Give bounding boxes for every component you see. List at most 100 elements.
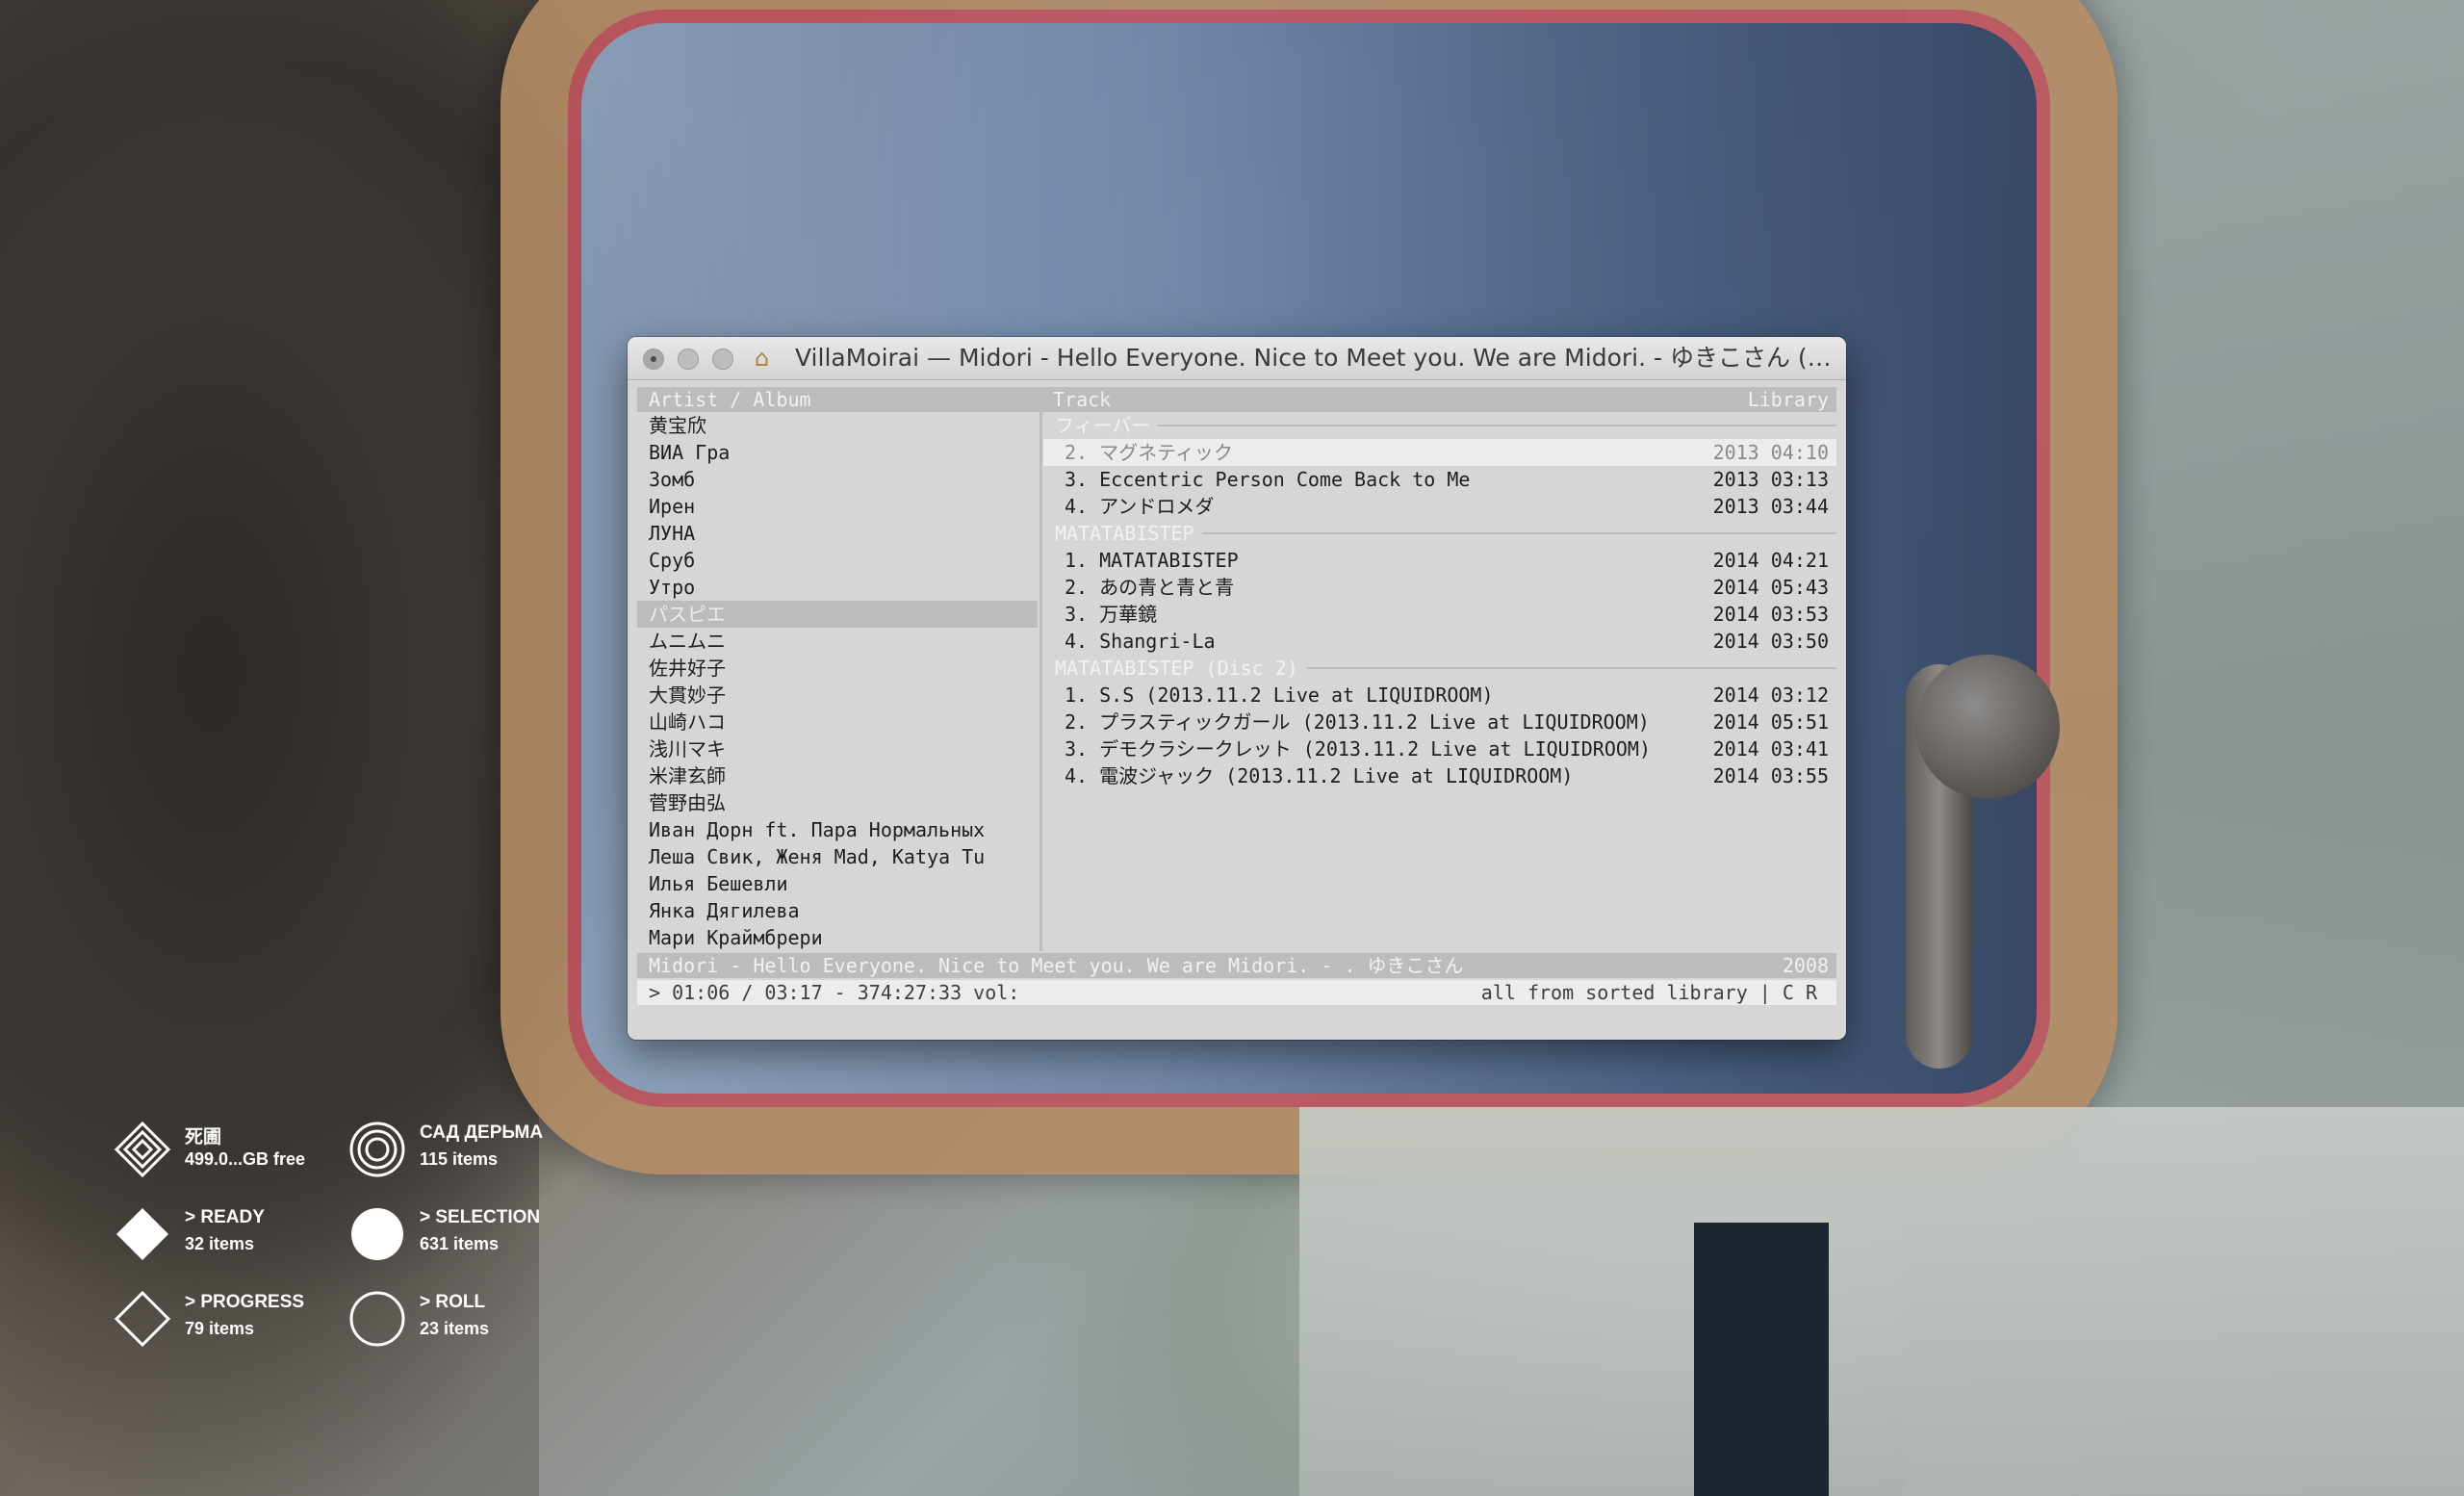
track-name: 4. 電波ジャック (2013.11.2 Live at LIQUIDROOM): [1065, 764, 1574, 787]
track-row[interactable]: 4. Shangri-La 2014 03:50: [1043, 628, 1836, 655]
artist-item[interactable]: ムニムニ: [637, 628, 1038, 655]
filled-circle-icon: [351, 1208, 403, 1260]
artist-item[interactable]: Илья Бешевли: [637, 870, 1038, 897]
track-year: 2014: [1712, 549, 1759, 572]
artist-item[interactable]: 浅川マキ: [637, 735, 1038, 762]
concentric-circle-icon: [349, 1122, 405, 1177]
column-header: Artist / Album Track Library: [637, 387, 1836, 412]
track-row[interactable]: 4. アンドロメダ 2013 03:44: [1043, 493, 1836, 520]
track-name: 4. Shangri-La: [1065, 630, 1216, 653]
track-row[interactable]: 2. あの青と青と青 2014 05:43: [1043, 574, 1836, 601]
artist-item[interactable]: 佐井好子: [637, 655, 1038, 682]
track-duration: 03:41: [1770, 737, 1829, 761]
track-duration: 04:10: [1770, 441, 1829, 464]
track-year: 2013: [1712, 468, 1759, 491]
minimize-button[interactable]: [678, 348, 699, 370]
wallpaper-console: [1299, 1107, 2464, 1496]
artist-item[interactable]: Утро: [637, 574, 1038, 601]
close-button[interactable]: [643, 348, 664, 370]
now-playing-bar: Midori - Hello Everyone. Nice to Meet yo…: [637, 953, 1836, 978]
artist-item[interactable]: Сруб: [637, 547, 1038, 574]
track-meta: 2014 05:43: [1713, 574, 1829, 601]
track-row[interactable]: 4. 電波ジャック (2013.11.2 Live at LIQUIDROOM)…: [1043, 762, 1836, 789]
pane-divider: [1040, 412, 1042, 951]
now-playing-text: Midori - Hello Everyone. Nice to Meet yo…: [649, 954, 1464, 977]
playback-position: > 01:06 / 03:17 - 374:27:33 vol:: [649, 981, 1020, 1004]
artist-item[interactable]: 米津玄師: [637, 762, 1038, 789]
album-title: MATATABISTEP (Disc 2): [1055, 657, 1298, 680]
track-row[interactable]: 3. デモクラシークレット (2013.11.2 Live at LIQUIDR…: [1043, 735, 1836, 762]
track-meta: 2014 03:41: [1713, 735, 1829, 762]
track-year: 2014: [1712, 710, 1759, 734]
artist-item[interactable]: 大貫妙子: [637, 682, 1038, 709]
terminal-area[interactable]: Artist / Album Track Library 黄宝欣 ВИА Гра З…: [637, 387, 1836, 1013]
command-line[interactable]: > 01:06 / 03:17 - 374:27:33 vol: all fro…: [637, 980, 1836, 1005]
artist-item[interactable]: 黄宝欣: [637, 412, 1038, 439]
track-column-header: Track: [1053, 388, 1112, 411]
section-rule: [1201, 532, 1836, 534]
widget-label: САД ДЕРЬМА: [420, 1122, 544, 1143]
play-mode: all from sorted library | C R: [1480, 981, 1817, 1004]
album-section-header[interactable]: MATATABISTEP: [1043, 520, 1836, 547]
track-meta: 2014 03:55: [1713, 762, 1829, 789]
now-playing-year: 2008: [1782, 954, 1829, 977]
widget-label: > ROLL: [420, 1292, 486, 1312]
window-title: VillaMoirai — Midori - Hello Everyone. N…: [795, 344, 1835, 372]
album-section-header[interactable]: MATATABISTEP (Disc 2): [1043, 655, 1836, 682]
zoom-button[interactable]: [712, 348, 733, 370]
track-meta: 2014 03:12: [1713, 682, 1829, 709]
track-year: 2014: [1712, 603, 1759, 626]
track-row[interactable]: 1. S.S (2013.11.2 Live at LIQUIDROOM) 201…: [1043, 682, 1836, 709]
track-year: 2013: [1712, 441, 1759, 464]
wallpaper-dark-region: [0, 0, 539, 1496]
track-name: 2. あの青と青と青: [1065, 576, 1235, 599]
music-player-window: ⌂ VillaMoirai — Midori - Hello Everyone.…: [628, 337, 1846, 1040]
track-row[interactable]: 2. プラスティックガール (2013.11.2 Live at LIQUIDR…: [1043, 709, 1836, 735]
track-row[interactable]: 3. 万華鏡 2014 03:53: [1043, 601, 1836, 628]
track-duration: 03:13: [1770, 468, 1829, 491]
section-rule: [1305, 667, 1836, 669]
wallpaper-lever-knob: [1915, 655, 2060, 799]
track-year: 2013: [1712, 495, 1759, 518]
track-row[interactable]: 2. マグネティック 2013 04:10: [1043, 439, 1836, 466]
track-meta: 2014 03:53: [1713, 601, 1829, 628]
title-bar[interactable]: ⌂ VillaMoirai — Midori - Hello Everyone.…: [628, 337, 1846, 380]
artist-item[interactable]: ВИА Гра: [637, 439, 1038, 466]
wallpaper-placard: [1694, 1223, 1829, 1496]
widget-sub: 23 items: [420, 1319, 490, 1338]
artist-item[interactable]: Иван Дорн ft. Пара Нормальных: [637, 816, 1038, 843]
track-year: 2014: [1712, 630, 1759, 653]
album-section-header[interactable]: フィーバー: [1043, 412, 1836, 439]
artist-item[interactable]: Янка Дягилева: [637, 897, 1038, 924]
artist-column-header: Artist / Album: [649, 388, 811, 411]
track-year: 2014: [1712, 737, 1759, 761]
artist-item[interactable]: Ирен: [637, 493, 1038, 520]
artist-item[interactable]: Мари Краймбрери: [637, 924, 1038, 951]
artist-item[interactable]: ЛУНА: [637, 520, 1038, 547]
track-name: 1. S.S (2013.11.2 Live at LIQUIDROOM): [1065, 684, 1494, 707]
track-name: 4. アンドロメダ: [1065, 495, 1215, 518]
widget-sub: 115 items: [420, 1149, 499, 1169]
track-list[interactable]: フィーバー 2. マグネティック 2013 04:10 3. Eccentric Pe…: [1043, 412, 1836, 951]
home-folder-icon: ⌂: [755, 345, 770, 372]
filled-diamond-icon: [116, 1208, 168, 1260]
track-name: 2. マグネティック: [1065, 441, 1233, 464]
library-column-header: Library: [1747, 388, 1829, 411]
widget-sub: 631 items: [420, 1234, 500, 1253]
track-row[interactable]: 3. Eccentric Person Come Back to Me 2013 …: [1043, 466, 1836, 493]
track-meta: 2013 04:10: [1713, 439, 1829, 466]
artist-item[interactable]: 菅野由弘: [637, 789, 1038, 816]
widget-label: 死圃: [185, 1127, 222, 1148]
widget-label: > SELECTION: [420, 1207, 541, 1227]
widget-label: > PROGRESS: [185, 1292, 305, 1312]
track-name: 3. Eccentric Person Come Back to Me: [1065, 468, 1471, 491]
artist-item[interactable]: パスピエ: [637, 601, 1038, 628]
artist-item[interactable]: 山崎ハコ: [637, 709, 1038, 735]
widget-label: > READY: [185, 1207, 265, 1227]
outline-diamond-icon: [114, 1290, 171, 1348]
track-row[interactable]: 1. MATATABISTEP 2014 04:21: [1043, 547, 1836, 574]
track-name: 1. MATATABISTEP: [1065, 549, 1239, 572]
artist-item[interactable]: Зомб: [637, 466, 1038, 493]
artist-list[interactable]: 黄宝欣 ВИА Гра Зомб Ирен ЛУНА Сруб Утро パスピエ ムニムニ 佐井…: [637, 412, 1038, 951]
artist-item[interactable]: Леша Свик, Женя Mad, Katya Tu: [637, 843, 1038, 870]
